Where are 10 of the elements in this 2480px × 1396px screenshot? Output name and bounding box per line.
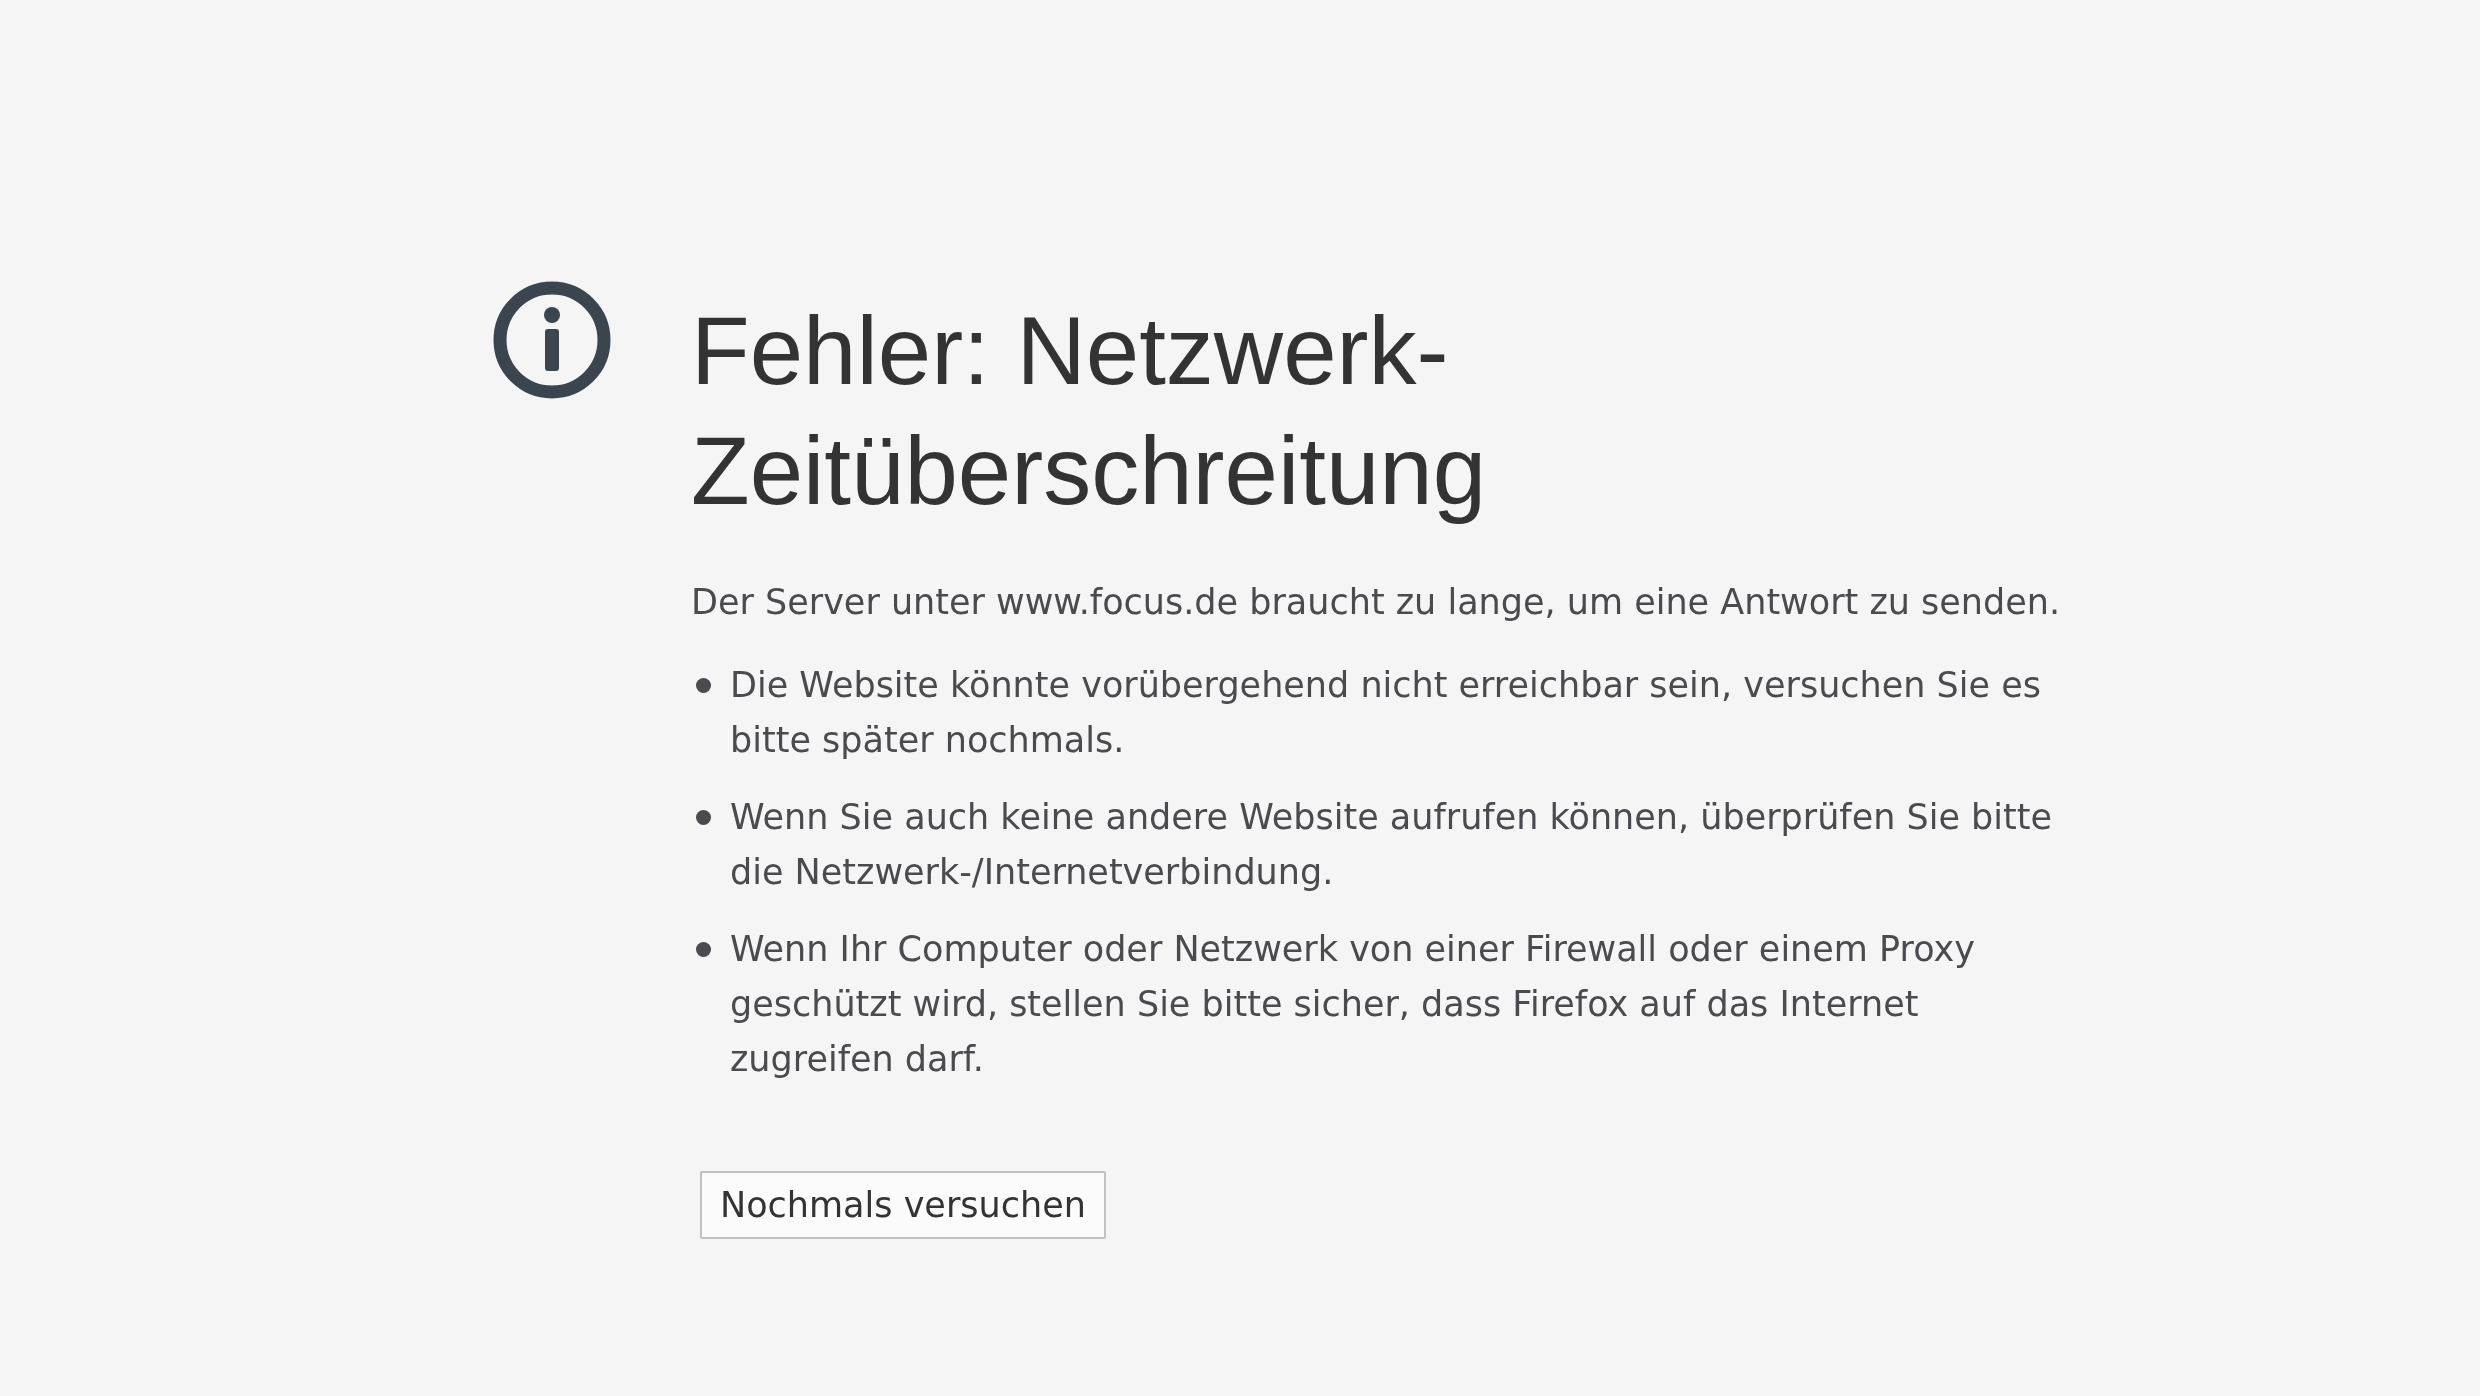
- info-icon: [493, 281, 611, 399]
- hint-text: Wenn Ihr Computer oder Netzwerk von einer Firewall oder einem Proxy geschützt wird, stellen Sie bitte sicher, dass Firefox auf das Internet zugreifen darf.: [730, 928, 1976, 1081]
- bullet-icon: [696, 942, 711, 957]
- hint-text: Die Website könnte vorübergehend nicht erreichbar sein, versuchen Sie es bitte später nochmals.: [730, 664, 2042, 762]
- retry-button[interactable]: Nochmals versuchen: [700, 1171, 1106, 1239]
- error-title: Fehler: Netzwerk-Zeitüberschreitung: [691, 296, 1488, 526]
- hint-text: Wenn Sie auch keine andere Website aufrufen können, überprüfen Sie bitte die Netzwerk-/Internetverbindung.: [730, 796, 2054, 894]
- bullet-icon: [696, 810, 711, 825]
- bullet-icon: [696, 678, 711, 693]
- error-description: Der Server unter www.focus.de braucht zu lange, um eine Antwort zu senden.: [691, 581, 2062, 624]
